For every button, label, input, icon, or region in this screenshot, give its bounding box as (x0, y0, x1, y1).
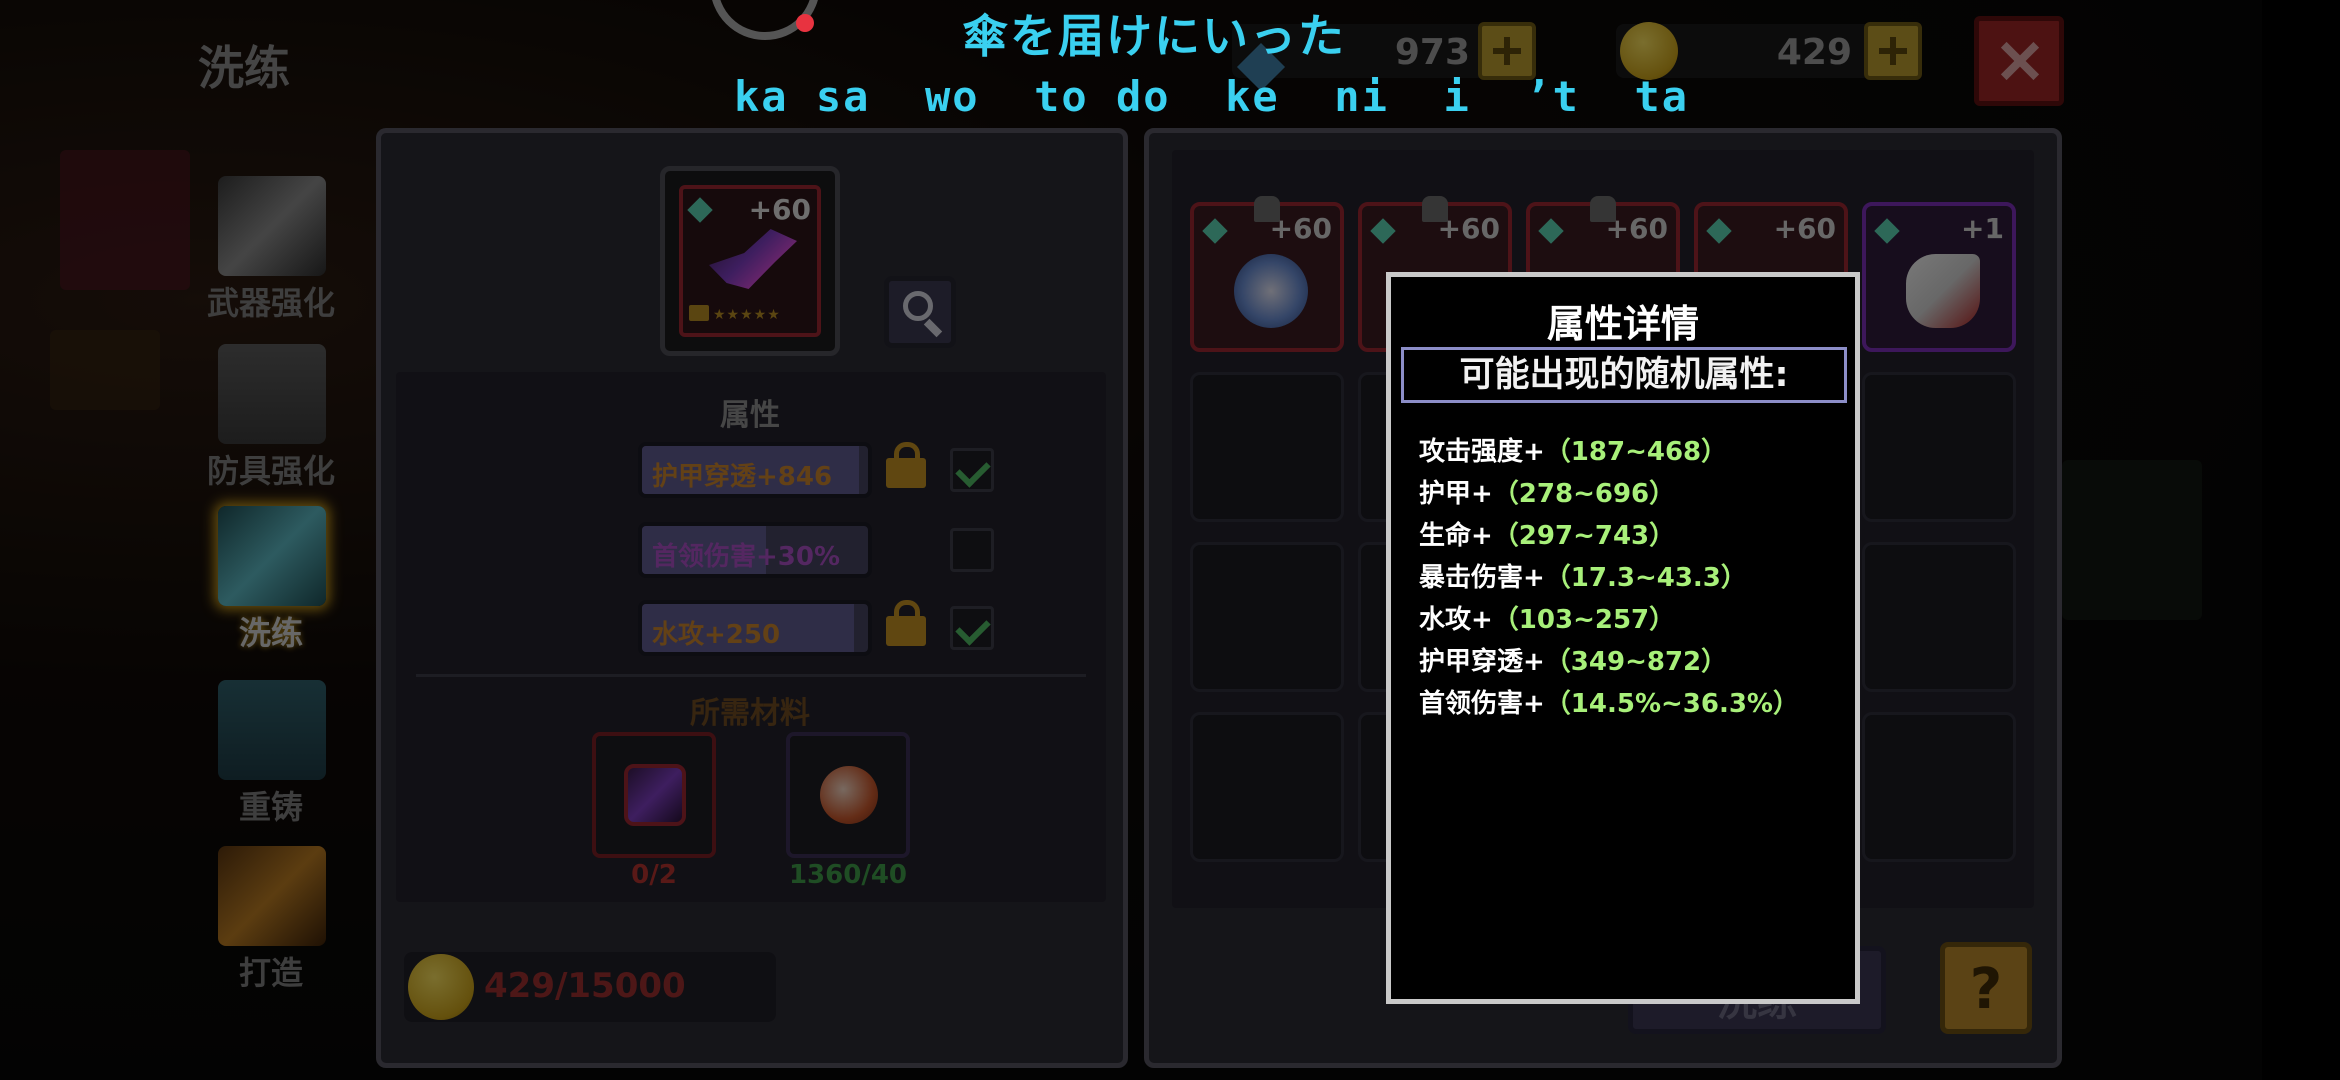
property-name: 攻击强度+ (1419, 437, 1545, 467)
property-name: 暴击伤害+ (1419, 563, 1545, 593)
modal-backdrop[interactable] (0, 0, 2340, 1080)
property-name: 护甲穿透+ (1419, 647, 1545, 677)
property-name: 生命+ (1419, 521, 1493, 551)
property-range: （103~257） (1492, 605, 1676, 635)
popup-title: 属性详情 (1546, 302, 1699, 346)
property-range: （297~743） (1492, 521, 1676, 551)
attribute-details-popup: 属性详情 可能出现的随机属性: 攻击强度+（187~468） 护甲+（278~6… (1386, 272, 1860, 1004)
lyric-japanese: 傘を届けにいった (962, 9, 1346, 63)
property-range: （278~696） (1492, 479, 1676, 509)
game-screen: 洗练 973 429 武器强化 防具强化 洗练 重铸 打造 +60 (0, 0, 2340, 1080)
record-dot-icon (796, 14, 814, 32)
property-row: 水攻+（103~257） (1419, 599, 1675, 636)
property-row: 生命+（297~743） (1419, 515, 1675, 552)
property-name: 首领伤害+ (1419, 689, 1545, 719)
property-row: 暴击伤害+（17.3~43.3） (1419, 557, 1747, 594)
property-row: 首领伤害+（14.5%~36.3%） (1419, 683, 1799, 720)
property-row: 护甲穿透+（349~872） (1419, 641, 1727, 678)
property-range: （14.5%~36.3%） (1544, 689, 1799, 719)
property-range: （349~872） (1544, 647, 1728, 677)
property-name: 水攻+ (1419, 605, 1493, 635)
property-range: （187~468） (1544, 437, 1728, 467)
popup-subtitle: 可能出现的随机属性: (1401, 347, 1847, 403)
lyric-romaji: ka sa wo to do ke ni i ’t ta (734, 72, 1690, 121)
property-range: （17.3~43.3） (1544, 563, 1747, 593)
property-row: 攻击强度+（187~468） (1419, 431, 1727, 468)
property-row: 护甲+（278~696） (1419, 473, 1675, 510)
property-name: 护甲+ (1419, 479, 1493, 509)
